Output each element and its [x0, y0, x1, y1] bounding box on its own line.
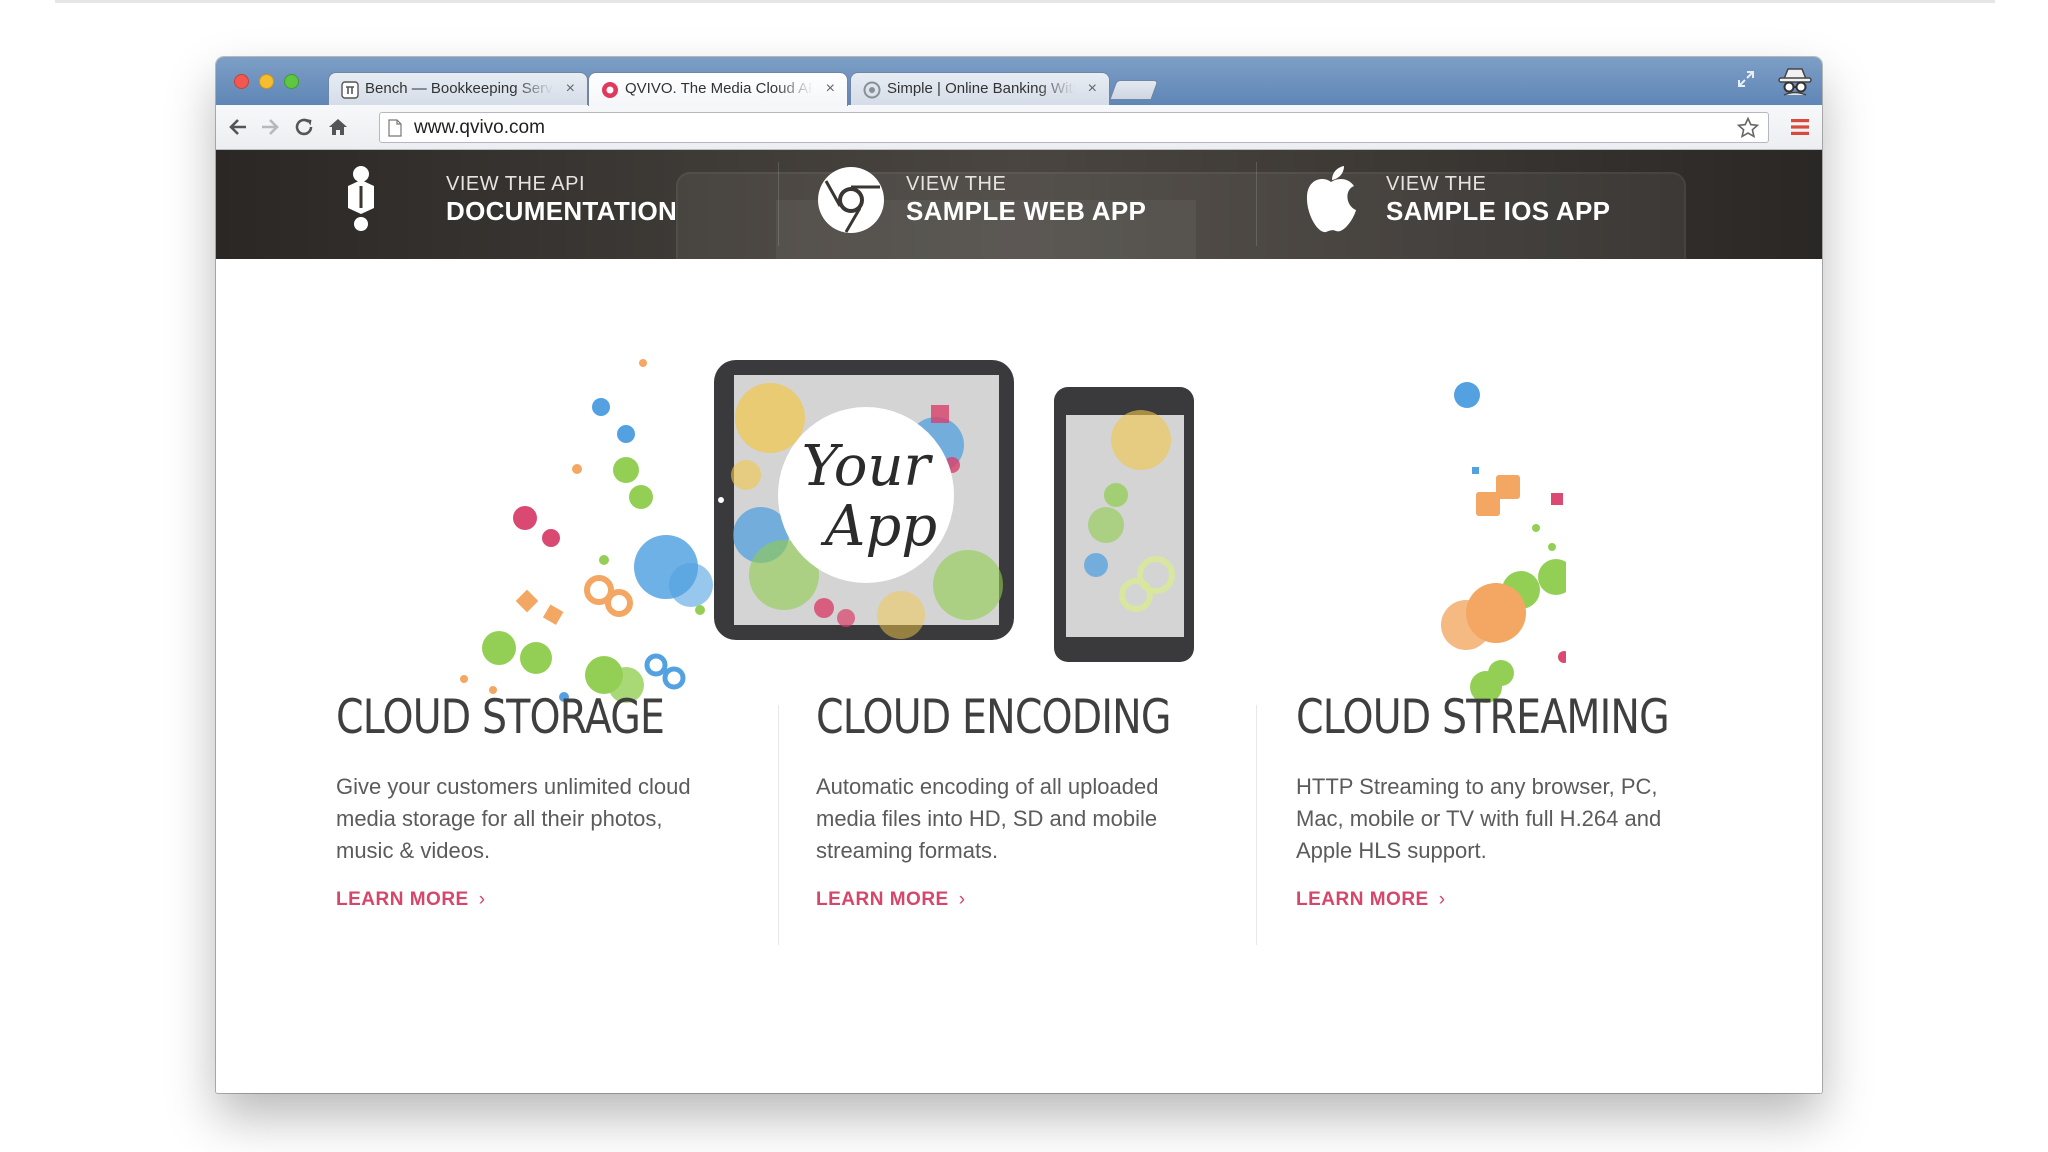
feature-title: CLOUD STREAMING: [1296, 690, 1670, 745]
feature-title: CLOUD ENCODING: [816, 690, 1171, 745]
cta-line1: VIEW THE: [1386, 173, 1487, 195]
link-label: LEARN MORE: [1296, 889, 1429, 910]
browser-window: Bench — Bookkeeping Services × QVIVO. Th…: [216, 57, 1822, 1093]
home-button[interactable]: [324, 113, 352, 141]
home-icon: [329, 119, 347, 135]
tab-label: Bench — Bookkeeping Services: [365, 80, 553, 97]
chrome-icon: [818, 167, 884, 233]
your-app-illustration: Your App: [460, 359, 1566, 703]
cta-line2: SAMPLE IOS APP: [1386, 196, 1611, 226]
browser-toolbar: www.qvivo.com: [216, 105, 1822, 150]
tablet-device: Your App: [714, 360, 1014, 640]
cta-line2: SAMPLE WEB APP: [906, 196, 1147, 226]
feature-divider: [1256, 705, 1257, 945]
web-page: VIEW THE API DOCUMENTATION VIEW THE SAMP…: [216, 150, 1822, 1093]
feature-description: HTTP Streaming to any browser, PC, Mac, …: [1296, 774, 1662, 863]
chevron-right-icon: ›: [958, 889, 966, 910]
tab-simple[interactable]: Simple | Online Banking With ×: [850, 72, 1110, 106]
zoom-window-button[interactable]: [284, 74, 299, 89]
bookmark-star-icon[interactable]: [1736, 116, 1760, 140]
api-documentation-link[interactable]: VIEW THE API DOCUMENTATION: [336, 150, 678, 259]
api-docs-icon: [348, 166, 374, 231]
new-tab-button[interactable]: [1109, 80, 1159, 100]
url-text: www.qvivo.com: [414, 117, 545, 138]
hero-banner: VIEW THE API DOCUMENTATION VIEW THE SAMP…: [216, 150, 1822, 259]
screen: Bench — Bookkeeping Services × QVIVO. Th…: [0, 0, 2048, 1152]
tab-bench[interactable]: Bench — Bookkeeping Services ×: [328, 72, 588, 106]
simple-favicon-icon: [863, 81, 881, 99]
link-label: LEARN MORE: [816, 889, 949, 910]
top-border-line: [55, 0, 1995, 3]
forward-arrow-icon: [262, 119, 279, 135]
tab-strip: Bench — Bookkeeping Services × QVIVO. Th…: [216, 57, 1822, 106]
learn-more-link[interactable]: LEARN MORE ›: [336, 889, 486, 911]
learn-more-link[interactable]: LEARN MORE ›: [1296, 889, 1446, 911]
back-button[interactable]: [224, 113, 252, 141]
cta-line1: VIEW THE API: [446, 173, 585, 195]
qvivo-favicon-icon: [602, 82, 618, 98]
sample-web-app-link[interactable]: VIEW THE SAMPLE WEB APP: [816, 150, 1166, 259]
minimize-window-button[interactable]: [259, 74, 274, 89]
banner-divider: [778, 162, 779, 246]
chevron-right-icon: ›: [1438, 889, 1446, 910]
page-icon: [388, 119, 402, 137]
tab-close-icon[interactable]: ×: [566, 73, 575, 105]
feature-cloud-storage: CLOUD STORAGE Give your customers unlimi…: [336, 690, 716, 911]
reload-icon: [295, 118, 313, 136]
close-window-button[interactable]: [234, 74, 249, 89]
chevron-right-icon: ›: [478, 889, 486, 910]
reload-button[interactable]: [290, 113, 318, 141]
feature-title: CLOUD STORAGE: [336, 690, 665, 745]
cta-line1: VIEW THE: [906, 173, 1007, 195]
feature-cloud-streaming: CLOUD STREAMING HTTP Streaming to any br…: [1296, 690, 1676, 911]
menu-icon[interactable]: [1790, 118, 1810, 136]
illustration-word-your: Your: [802, 434, 934, 499]
incognito-profile-icon[interactable]: [1776, 63, 1814, 99]
tab-close-icon[interactable]: ×: [826, 73, 835, 105]
feature-description: Give your customers unlimited cloud medi…: [336, 774, 691, 863]
bench-favicon-icon: [341, 81, 359, 99]
feature-divider: [778, 705, 779, 945]
link-label: LEARN MORE: [336, 889, 469, 910]
tab-label: Simple | Online Banking With: [887, 80, 1075, 97]
tab-label: QVIVO. The Media Cloud API: [625, 80, 813, 97]
banner-divider: [1256, 162, 1257, 246]
sample-ios-app-link[interactable]: VIEW THE SAMPLE IOS APP: [1296, 150, 1646, 259]
tab-close-icon[interactable]: ×: [1088, 73, 1097, 105]
fullscreen-icon[interactable]: [1736, 69, 1756, 89]
feature-cloud-encoding: CLOUD ENCODING Automatic encoding of all…: [816, 690, 1196, 911]
feature-description: Automatic encoding of all uploaded media…: [816, 774, 1159, 863]
forward-button[interactable]: [256, 113, 284, 141]
back-arrow-icon: [229, 119, 246, 135]
learn-more-link[interactable]: LEARN MORE ›: [816, 889, 966, 911]
apple-icon: [1306, 166, 1356, 233]
phone-device: [1054, 387, 1194, 662]
address-bar[interactable]: www.qvivo.com: [379, 112, 1769, 143]
illustration-word-app: App: [820, 494, 937, 559]
cta-line2: DOCUMENTATION: [446, 196, 678, 226]
tab-qvivo[interactable]: QVIVO. The Media Cloud API ×: [588, 72, 848, 106]
